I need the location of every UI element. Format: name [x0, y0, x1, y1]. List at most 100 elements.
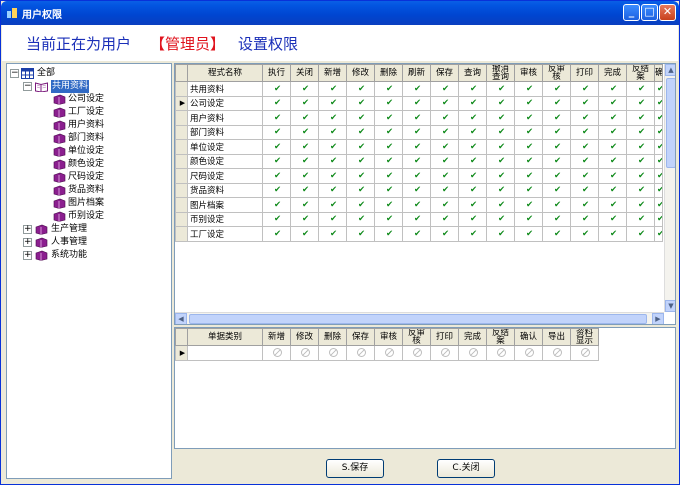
permission-checkbox[interactable]: ✔ [626, 153, 655, 169]
permission-checkbox[interactable]: ✔ [262, 168, 291, 184]
permission-checkbox[interactable]: ✔ [374, 153, 403, 169]
permission-checkbox[interactable]: ✔ [458, 197, 487, 213]
permission-checkbox[interactable]: ✔ [374, 182, 403, 198]
permission-tree[interactable]: − 全部 − 共用资料 公司设定 工厂设定 用户资料 部门资料 单位设定 颜色设定 尺码设定 货品资料… [6, 63, 172, 479]
permission-checkbox[interactable]: ✔ [318, 168, 347, 184]
permission-checkbox[interactable]: ✔ [402, 124, 431, 140]
permission-checkbox[interactable]: ✔ [654, 197, 663, 213]
permission-checkbox[interactable]: ✔ [486, 211, 515, 227]
permission-checkbox[interactable]: ✔ [570, 211, 599, 227]
table-row[interactable]: 颜色设定✔✔✔✔✔✔✔✔✔✔✔✔✔✔✔ [175, 153, 663, 169]
permission-checkbox[interactable]: ✔ [430, 168, 459, 184]
permission-checkbox[interactable]: ✔ [346, 168, 375, 184]
permission-checkbox[interactable]: ✔ [542, 211, 571, 227]
permission-checkbox[interactable]: ✔ [570, 110, 599, 126]
permission-checkbox[interactable]: ✔ [262, 153, 291, 169]
permission-checkbox[interactable]: ✔ [374, 81, 403, 97]
column-header[interactable]: 撤消 查询 [486, 64, 515, 82]
vertical-scroll-thumb[interactable] [666, 78, 675, 168]
tree-root[interactable]: − 全部 [7, 67, 167, 80]
permission-checkbox[interactable]: ✔ [402, 168, 431, 184]
column-header[interactable]: 单据类别 [187, 328, 263, 346]
column-header[interactable]: 确 [654, 64, 663, 82]
permission-checkbox[interactable]: ✔ [318, 139, 347, 155]
permission-checkbox[interactable] [458, 345, 487, 361]
tree-group[interactable]: + 人事管理 [7, 236, 167, 249]
permission-checkbox[interactable]: ✔ [290, 95, 319, 111]
permission-checkbox[interactable]: ✔ [318, 197, 347, 213]
permission-checkbox[interactable]: ✔ [402, 95, 431, 111]
permission-checkbox[interactable]: ✔ [570, 81, 599, 97]
permission-checkbox[interactable]: ✔ [290, 124, 319, 140]
permission-checkbox[interactable] [486, 345, 515, 361]
permission-checkbox[interactable]: ✔ [458, 153, 487, 169]
scroll-right-button[interactable]: ▶ [652, 313, 664, 324]
permission-checkbox[interactable]: ✔ [598, 139, 627, 155]
column-header[interactable]: 审核 [514, 64, 543, 82]
permission-checkbox[interactable]: ✔ [458, 110, 487, 126]
permission-checkbox[interactable]: ✔ [402, 139, 431, 155]
permission-checkbox[interactable]: ✔ [626, 139, 655, 155]
table-row[interactable]: 币别设定✔✔✔✔✔✔✔✔✔✔✔✔✔✔✔ [175, 211, 663, 227]
permission-checkbox[interactable]: ✔ [514, 211, 543, 227]
permission-checkbox[interactable]: ✔ [402, 226, 431, 242]
permission-checkbox[interactable]: ✔ [514, 153, 543, 169]
permission-checkbox[interactable]: ✔ [262, 81, 291, 97]
permission-checkbox[interactable]: ✔ [542, 168, 571, 184]
tree-item[interactable]: 图片档案 [7, 197, 167, 210]
tree-item[interactable]: 颜色设定 [7, 158, 167, 171]
permission-checkbox[interactable]: ✔ [458, 124, 487, 140]
permission-checkbox[interactable]: ✔ [570, 197, 599, 213]
column-header[interactable]: 保存 [430, 64, 459, 82]
permission-checkbox[interactable]: ✔ [654, 124, 663, 140]
permission-checkbox[interactable]: ✔ [374, 197, 403, 213]
permission-checkbox[interactable]: ✔ [290, 168, 319, 184]
column-header[interactable]: 新增 [262, 328, 291, 346]
permission-checkbox[interactable]: ✔ [654, 153, 663, 169]
permission-checkbox[interactable]: ✔ [430, 197, 459, 213]
table-row[interactable]: 共用资料✔✔✔✔✔✔✔✔✔✔✔✔✔✔✔ [175, 81, 663, 97]
permission-checkbox[interactable]: ✔ [626, 226, 655, 242]
permission-checkbox[interactable]: ✔ [458, 139, 487, 155]
permission-checkbox[interactable]: ✔ [374, 168, 403, 184]
permission-checkbox[interactable]: ✔ [514, 226, 543, 242]
permission-checkbox[interactable]: ✔ [514, 124, 543, 140]
permission-checkbox[interactable]: ✔ [374, 226, 403, 242]
permission-checkbox[interactable]: ✔ [486, 95, 515, 111]
permission-checkbox[interactable]: ✔ [486, 197, 515, 213]
column-header[interactable]: 打印 [570, 64, 599, 82]
permission-checkbox[interactable]: ✔ [318, 81, 347, 97]
permission-checkbox[interactable]: ✔ [654, 110, 663, 126]
group-expand-toggle[interactable]: + [23, 251, 32, 260]
permission-checkbox[interactable]: ✔ [346, 153, 375, 169]
permission-checkbox[interactable] [346, 345, 375, 361]
permission-checkbox[interactable]: ✔ [346, 110, 375, 126]
permission-checkbox[interactable]: ✔ [430, 139, 459, 155]
permission-checkbox[interactable]: ✔ [374, 110, 403, 126]
permission-checkbox[interactable]: ✔ [402, 197, 431, 213]
title-bar[interactable]: 用户权限 _ □ ✕ [1, 1, 679, 25]
permission-checkbox[interactable]: ✔ [598, 110, 627, 126]
column-header[interactable]: 完成 [458, 328, 487, 346]
permission-checkbox[interactable]: ✔ [626, 95, 655, 111]
permission-checkbox[interactable]: ✔ [430, 81, 459, 97]
permission-checkbox[interactable]: ✔ [570, 95, 599, 111]
tree-item[interactable]: 币别设定 [7, 210, 167, 223]
permission-checkbox[interactable]: ✔ [542, 110, 571, 126]
permission-checkbox[interactable]: ✔ [374, 211, 403, 227]
permission-checkbox[interactable]: ✔ [290, 139, 319, 155]
permission-checkbox[interactable]: ✔ [262, 124, 291, 140]
permission-checkbox[interactable]: ✔ [346, 182, 375, 198]
tree-item[interactable]: 尺码设定 [7, 171, 167, 184]
column-header[interactable]: 执行 [262, 64, 291, 82]
permission-checkbox[interactable]: ✔ [262, 139, 291, 155]
document-permission-grid[interactable]: 单据类别 新增 修改 删除 保存 审核 反审核打印 完成 反结案确认 导出 资料 显示 ▶ [174, 327, 676, 449]
permission-checkbox[interactable]: ✔ [570, 139, 599, 155]
permission-checkbox[interactable] [402, 345, 431, 361]
permission-checkbox[interactable]: ✔ [262, 95, 291, 111]
permission-checkbox[interactable] [262, 345, 291, 361]
column-header[interactable]: 反结案 [626, 64, 655, 82]
column-header[interactable]: 确认 [514, 328, 543, 346]
permission-checkbox[interactable]: ✔ [290, 211, 319, 227]
permission-checkbox[interactable]: ✔ [458, 168, 487, 184]
